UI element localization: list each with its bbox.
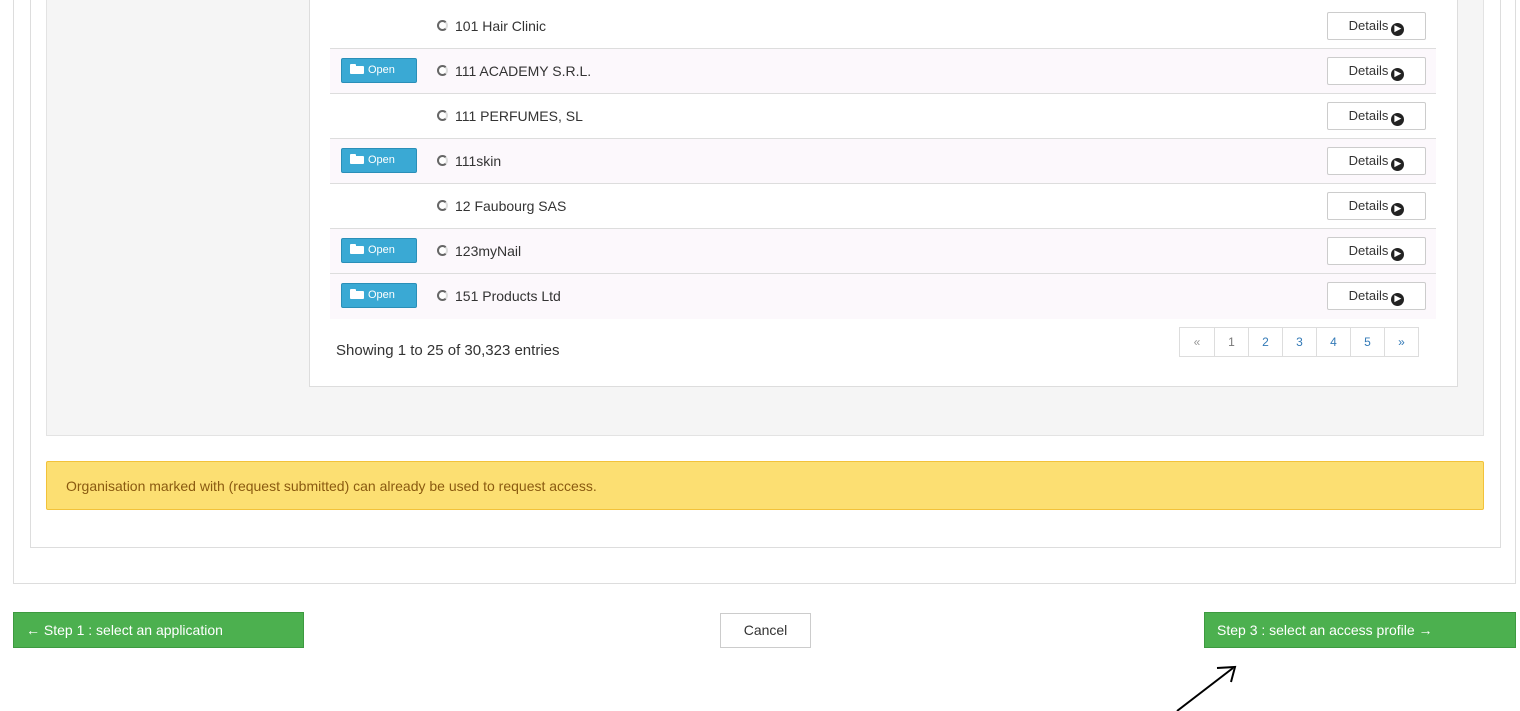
arrow-circle-right-icon: ▶ (1391, 203, 1405, 216)
organisation-name: 111 PERFUMES, SL (455, 108, 583, 124)
step1-button[interactable]: ← Step 1 : select an application (13, 612, 304, 648)
list-item: Open 111skin Details ▶ (330, 139, 1436, 184)
open-button[interactable]: Open (341, 148, 417, 173)
organisation-radio[interactable] (437, 155, 448, 166)
details-label: Details (1348, 18, 1389, 33)
details-label: Details (1348, 63, 1389, 78)
organisation-radio[interactable] (437, 110, 448, 121)
details-button[interactable]: Details ▶ (1327, 147, 1426, 175)
alert-text: Organisation marked with (request submit… (66, 478, 597, 494)
organisation-name: 111skin (455, 153, 502, 169)
pagination-next[interactable]: » (1384, 327, 1419, 357)
organisation-radio[interactable] (437, 200, 448, 211)
organisation-name: 151 Products Ltd (455, 288, 561, 304)
pagination-prev[interactable]: « (1179, 327, 1215, 357)
pagination-page-3[interactable]: 3 (1282, 327, 1317, 357)
details-button[interactable]: Details ▶ (1327, 102, 1426, 130)
arrow-circle-right-icon: ▶ (1391, 113, 1405, 126)
details-button[interactable]: Details ▶ (1327, 192, 1426, 220)
organisation-radio[interactable] (437, 290, 448, 301)
list-item: Open 151 Products Ltd Details ▶ (330, 274, 1436, 319)
list-item: 12 Faubourg SAS Details ▶ (330, 184, 1436, 229)
organisation-name: 123myNail (455, 243, 522, 259)
details-label: Details (1348, 288, 1389, 303)
open-button[interactable]: Open (341, 283, 417, 308)
open-label: Open (368, 244, 395, 256)
details-label: Details (1348, 198, 1389, 213)
folder-open-icon (350, 154, 364, 164)
annotation-arrow (1176, 665, 1237, 711)
open-button[interactable]: Open (341, 58, 417, 83)
pagination-page-4[interactable]: 4 (1316, 327, 1351, 357)
info-alert: Organisation marked with (request submit… (46, 461, 1484, 510)
details-label: Details (1348, 108, 1389, 123)
pagination-page-5[interactable]: 5 (1350, 327, 1385, 357)
entries-info: Showing 1 to 25 of 30,323 entries (336, 342, 560, 359)
list-item: 111 PERFUMES, SL Details ▶ (330, 94, 1436, 139)
arrow-circle-right-icon: ▶ (1391, 158, 1405, 171)
organisation-name: 111 ACADEMY S.R.L. (455, 63, 592, 79)
organisation-radio[interactable] (437, 65, 448, 76)
pagination-page-1[interactable]: 1 (1214, 327, 1249, 357)
list-item: 101 Hair Clinic Details ▶ (330, 4, 1436, 49)
open-label: Open (368, 289, 395, 301)
details-button[interactable]: Details ▶ (1327, 282, 1426, 310)
list-item: Open 111 ACADEMY S.R.L. Details ▶ (330, 49, 1436, 94)
step3-button[interactable]: Step 3 : select an access profile → (1204, 612, 1516, 648)
open-button[interactable]: Open (341, 238, 417, 263)
arrow-circle-right-icon: ▶ (1391, 23, 1405, 36)
organisation-name: 101 Hair Clinic (455, 18, 547, 34)
cancel-button[interactable]: Cancel (720, 613, 811, 648)
pagination-page-2[interactable]: 2 (1248, 327, 1283, 357)
details-button[interactable]: Details ▶ (1327, 237, 1426, 265)
organisation-radio[interactable] (437, 245, 448, 256)
folder-open-icon (350, 244, 364, 254)
organisation-radio[interactable] (437, 20, 448, 31)
details-label: Details (1348, 153, 1389, 168)
organisation-name: 12 Faubourg SAS (455, 198, 567, 214)
details-button[interactable]: Details ▶ (1327, 12, 1426, 40)
open-label: Open (368, 154, 395, 166)
arrow-circle-right-icon: ▶ (1391, 68, 1405, 81)
arrow-circle-right-icon: ▶ (1391, 248, 1405, 261)
arrow-circle-right-icon: ▶ (1391, 293, 1405, 306)
details-button[interactable]: Details ▶ (1327, 57, 1426, 85)
open-label: Open (368, 64, 395, 76)
folder-open-icon (350, 64, 364, 74)
pagination: « 1 2 3 4 5 » (1179, 327, 1419, 357)
details-label: Details (1348, 243, 1389, 258)
folder-open-icon (350, 289, 364, 299)
list-item: Open 123myNail Details ▶ (330, 229, 1436, 274)
